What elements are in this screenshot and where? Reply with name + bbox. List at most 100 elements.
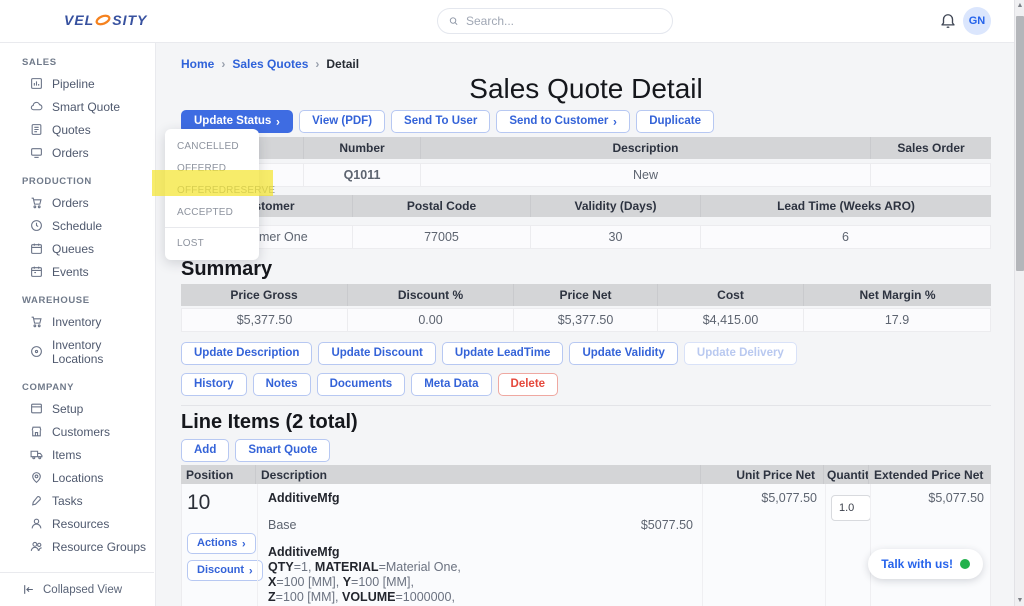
chevron-right-icon — [308, 57, 326, 71]
update-discount-button[interactable]: Update Discount — [318, 342, 435, 365]
quote-col-sales-order: Sales Order — [871, 137, 991, 159]
sidebar-item-label: Resource Groups — [52, 540, 146, 554]
customer-table-row: Customer One 77005 30 6 — [181, 225, 991, 249]
resources-user-icon — [30, 517, 43, 530]
smart-quote-button[interactable]: Smart Quote — [235, 439, 330, 462]
sidebar-item-label: Schedule — [52, 219, 102, 233]
update-leadtime-button[interactable]: Update LeadTime — [442, 342, 564, 365]
sidebar-item-locations[interactable]: Locations — [0, 466, 155, 489]
sidebar-item-sales-orders[interactable]: Orders — [0, 141, 155, 164]
li-detail-line: QTY=1, MATERIAL=Material One, — [268, 560, 697, 575]
sidebar-item-events[interactable]: Events — [0, 260, 155, 283]
quotes-document-icon — [30, 123, 43, 136]
sidebar-item-quotes[interactable]: Quotes — [0, 118, 155, 141]
lead-time-value: 6 — [701, 225, 991, 249]
search-icon — [448, 15, 459, 27]
chat-widget-button[interactable]: Talk with us! — [868, 549, 983, 579]
sidebar-item-resources[interactable]: Resources — [0, 512, 155, 535]
quantity-input[interactable] — [831, 495, 871, 521]
sidebar-item-setup[interactable]: Setup — [0, 397, 155, 420]
user-avatar[interactable]: GN — [963, 7, 991, 35]
view-pdf-button[interactable]: View (PDF) — [299, 110, 385, 133]
queues-calendar-icon — [30, 242, 43, 255]
sidebar-item-label: Queues — [52, 242, 94, 256]
customers-store-icon — [30, 425, 43, 438]
status-option-lost[interactable]: LOST — [165, 232, 259, 254]
events-calendar-icon — [30, 265, 43, 278]
page-scrollbar[interactable]: ▲ ▼ — [1014, 0, 1024, 606]
quote-number: Q1011 — [304, 163, 421, 187]
li-price-component-value: $5077.50 — [641, 518, 693, 532]
logo-orbit-icon — [95, 12, 111, 28]
li-actions-button[interactable]: Actions — [187, 533, 256, 554]
collapse-sidebar-button[interactable]: Collapsed View — [0, 572, 154, 606]
documents-button[interactable]: Documents — [317, 373, 406, 396]
logo-text-pre: VEL — [64, 12, 94, 28]
tasks-icon — [30, 494, 43, 507]
li-detail-title: AdditiveMfg — [268, 545, 697, 560]
validity-days-value: 30 — [531, 225, 701, 249]
sidebar-item-label: Items — [52, 448, 81, 462]
app-root: VEL SITY GN SALES Pipeline Smart Quote Q… — [0, 0, 1024, 606]
sidebar-nav: SALES Pipeline Smart Quote Quotes Orders… — [0, 43, 156, 606]
send-to-customer-button[interactable]: Send to Customer — [496, 110, 630, 133]
quote-col-description: Description — [421, 137, 871, 159]
locations-pin-icon — [30, 471, 43, 484]
notes-button[interactable]: Notes — [253, 373, 311, 396]
status-option-offered[interactable]: OFFERED — [165, 157, 259, 179]
sidebar-item-label: Customers — [52, 425, 110, 439]
sidebar-item-queues[interactable]: Queues — [0, 237, 155, 260]
notifications-bell-icon[interactable] — [939, 11, 957, 31]
net-margin-value: 17.9 — [804, 308, 991, 332]
li-col-description: Description — [256, 465, 701, 484]
price-gross-value: $5,377.50 — [181, 308, 348, 332]
sum-col-cost: Cost — [658, 284, 804, 306]
li-discount-button[interactable]: Discount — [187, 560, 263, 581]
sidebar-item-inventory-locations[interactable]: Inventory Locations — [0, 333, 155, 370]
li-col-position: Position — [181, 465, 256, 484]
velosity-logo[interactable]: VEL SITY — [64, 12, 147, 28]
sidebar-item-pipeline[interactable]: Pipeline — [0, 72, 155, 95]
search-input[interactable] — [466, 14, 662, 28]
duplicate-button[interactable]: Duplicate — [636, 110, 714, 133]
scrollbar-thumb[interactable] — [1016, 16, 1024, 271]
li-col-extended-price: Extended Price Net — [869, 465, 991, 484]
update-validity-button[interactable]: Update Validity — [569, 342, 677, 365]
breadcrumb-home[interactable]: Home — [181, 57, 214, 71]
sidebar-item-tasks[interactable]: Tasks — [0, 489, 155, 512]
sidebar-item-schedule[interactable]: Schedule — [0, 214, 155, 237]
sum-col-price-net: Price Net — [514, 284, 658, 306]
li-col-quantity: Quantity — [824, 465, 869, 484]
resource-groups-users-icon — [30, 540, 43, 553]
menu-divider — [165, 227, 259, 228]
delete-button[interactable]: Delete — [498, 373, 559, 396]
breadcrumb-sales-quotes[interactable]: Sales Quotes — [232, 57, 308, 71]
sidebar-item-label: Tasks — [52, 494, 83, 508]
scroll-down-arrow-icon[interactable]: ▼ — [1015, 597, 1024, 604]
history-button[interactable]: History — [181, 373, 247, 396]
scroll-up-arrow-icon[interactable]: ▲ — [1015, 2, 1024, 9]
li-price-component-label: Base — [268, 518, 297, 532]
update-description-button[interactable]: Update Description — [181, 342, 312, 365]
li-detail-block: AdditiveMfg QTY=1, MATERIAL=Material One… — [268, 545, 697, 606]
global-search[interactable] — [437, 8, 673, 34]
send-to-user-button[interactable]: Send To User — [391, 110, 490, 133]
top-navbar: VEL SITY GN — [0, 0, 1024, 43]
sidebar-item-inventory[interactable]: Inventory — [0, 310, 155, 333]
meta-data-button[interactable]: Meta Data — [411, 373, 491, 396]
li-position-cell: 10 Actions Discount — [182, 484, 257, 606]
status-option-cancelled[interactable]: CANCELLED — [165, 135, 259, 157]
sidebar-item-resource-groups[interactable]: Resource Groups — [0, 535, 155, 558]
li-unit-price-cell: $5,077.50 — [702, 484, 825, 606]
quote-meta-buttons: History Notes Documents Meta Data Delete — [181, 373, 991, 396]
sidebar-item-customers[interactable]: Customers — [0, 420, 155, 443]
add-line-item-button[interactable]: Add — [181, 439, 229, 462]
status-option-accepted[interactable]: ACCEPTED — [165, 201, 259, 223]
items-truck-icon — [30, 448, 43, 461]
status-option-offeredreserve[interactable]: OFFEREDRESERVE — [165, 179, 259, 201]
sidebar-item-label: Inventory Locations — [52, 338, 155, 366]
sidebar-item-items[interactable]: Items — [0, 443, 155, 466]
sidebar-item-production-orders[interactable]: Orders — [0, 191, 155, 214]
sidebar-item-smart-quote[interactable]: Smart Quote — [0, 95, 155, 118]
li-detail-line: X=100 [MM], Y=100 [MM], — [268, 575, 697, 590]
